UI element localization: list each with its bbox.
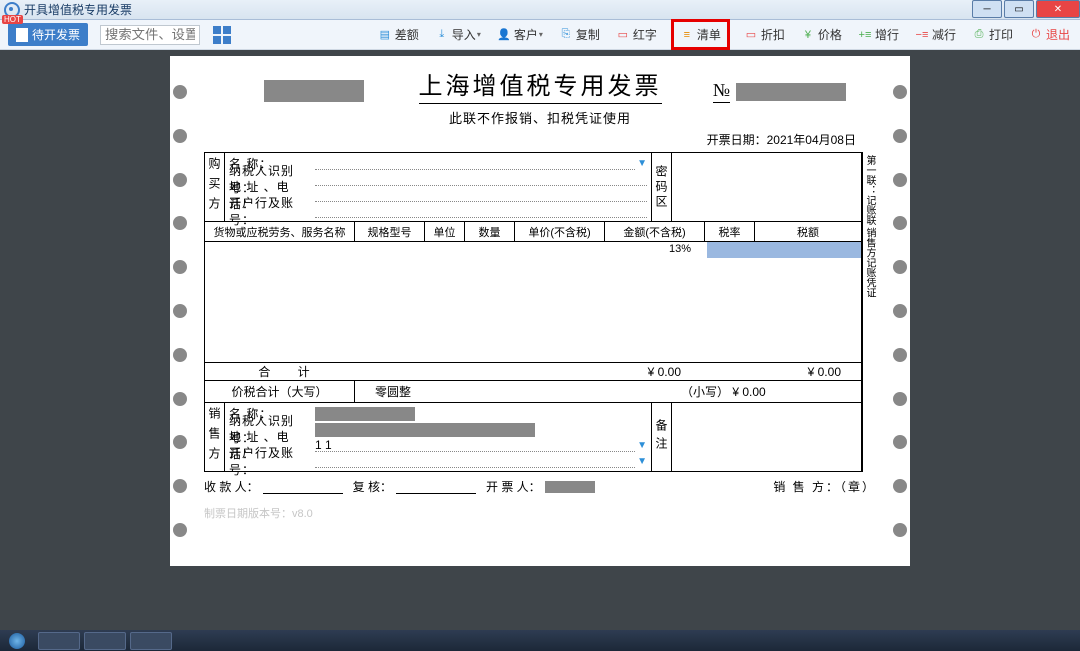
side-note: 第一联：记账联 销售方记账凭证: [862, 152, 876, 472]
start-button[interactable]: [0, 630, 34, 651]
task-item[interactable]: [130, 632, 172, 650]
totals-row: 合 计 ¥ 0.00 ¥ 0.00: [205, 363, 861, 381]
minimize-button[interactable]: ─: [972, 0, 1002, 18]
chevron-down-icon[interactable]: ▼: [637, 158, 647, 169]
remark-label: 备注: [651, 403, 671, 471]
items-body[interactable]: 13%: [205, 242, 861, 362]
tax-cell-selected[interactable]: [707, 242, 861, 258]
items-section: 货物或应税劳务、服务名称 规格型号 单位 数量 单价(不含税) 金额(不含税) …: [205, 222, 861, 363]
rate-cell[interactable]: 13%: [655, 243, 705, 255]
price-button[interactable]: ¥价格: [799, 23, 844, 46]
total-tax: ¥ 0.00: [711, 365, 861, 379]
toolbar: 待开发票 ▤差额 ⤓导入▾ 👤客户▾ ⎘复制 ▭红字 ≡清单 ▭折扣 ¥价格 +…: [0, 20, 1080, 50]
print-button[interactable]: ⎙打印: [970, 23, 1015, 46]
chevron-down-icon[interactable]: ▼: [637, 456, 647, 467]
invoice-header: 上海增值税专用发票 №: [204, 66, 876, 104]
seller-taxid-input[interactable]: [315, 422, 647, 436]
checker-input[interactable]: [396, 480, 476, 494]
items-header: 货物或应税劳务、服务名称 规格型号 单位 数量 单价(不含税) 金额(不含税) …: [205, 222, 861, 242]
capital-amount: 零圆整: [355, 383, 681, 400]
taskbar: [0, 630, 1080, 651]
buyer-bank-input[interactable]: [315, 204, 647, 218]
buyer-label: 购买方: [205, 153, 225, 221]
del-row-button[interactable]: −≡减行: [913, 23, 958, 46]
task-item[interactable]: [84, 632, 126, 650]
issue-date: 开票日期：2021年04月08日: [204, 131, 856, 148]
total-amount: ¥ 0.00: [375, 365, 711, 379]
buyer-taxid-input[interactable]: [315, 172, 647, 186]
customer-button[interactable]: 👤客户▾: [495, 23, 545, 46]
seller-section: 销售方 名 称： 纳税人识别号： 地 址 、电 话：1 1▼ 开户行及账号：▼ …: [205, 403, 861, 471]
workspace: 上海增值税专用发票 № 此联不作报销、扣税凭证使用 开票日期：2021年04月0…: [0, 50, 1080, 630]
chevron-down-icon[interactable]: ▼: [637, 440, 647, 451]
sub-note: 此联不作报销、扣税凭证使用: [204, 108, 876, 127]
window-titlebar: 开具增值税专用发票 ─ ▭ ✕: [0, 0, 1080, 20]
import-button[interactable]: ⤓导入▾: [433, 23, 483, 46]
grand-total-row: 价税合计（大写） 零圆整 （小写） ¥ 0.00: [205, 381, 861, 403]
password-area: [671, 153, 861, 221]
buyer-addr-input[interactable]: [315, 188, 647, 202]
buyer-name-input[interactable]: [315, 156, 635, 170]
red-button[interactable]: ▭红字: [614, 23, 659, 46]
seller-name-input[interactable]: [315, 406, 647, 420]
add-row-button[interactable]: +≡增行: [856, 23, 901, 46]
search-input[interactable]: [100, 25, 200, 45]
seller-stamp: 销 售 方：（章）: [773, 478, 876, 495]
redacted-code: [264, 80, 364, 102]
lowercase-amount: ¥ 0.00: [732, 385, 765, 399]
seller-addr-input[interactable]: 1 1: [315, 438, 635, 452]
task-item[interactable]: [38, 632, 80, 650]
difference-button[interactable]: ▤差额: [376, 23, 421, 46]
invoice-title: 上海增值税专用发票: [419, 66, 662, 104]
buyer-section: 购买方 名 称：▼ 纳税人识别号： 地 址 、电 话： 开户行及账号： 密码区: [205, 153, 861, 222]
seller-label: 销售方: [205, 403, 225, 471]
invoice-paper: 上海增值税专用发票 № 此联不作报销、扣税凭证使用 开票日期：2021年04月0…: [170, 56, 910, 566]
copy-button[interactable]: ⎘复制: [557, 23, 602, 46]
sprocket-right: [886, 56, 914, 566]
maximize-button[interactable]: ▭: [1004, 0, 1034, 18]
window-title: 开具增值税专用发票: [24, 1, 970, 18]
qingdan-highlight: ≡清单: [671, 19, 730, 50]
pending-invoice-button[interactable]: 待开发票: [8, 23, 88, 46]
list-button[interactable]: ≡清单: [678, 23, 723, 46]
seller-bank-input[interactable]: [315, 454, 635, 468]
invoice-form: 购买方 名 称：▼ 纳税人识别号： 地 址 、电 话： 开户行及账号： 密码区: [204, 152, 862, 472]
exit-button[interactable]: ⏻退出: [1027, 23, 1072, 46]
close-button[interactable]: ✕: [1036, 0, 1080, 18]
invoice-number: №: [713, 80, 846, 103]
payee-input[interactable]: [263, 480, 343, 494]
version-text: 制票日期版本号：v8.0: [204, 505, 876, 521]
sprocket-left: [166, 56, 194, 566]
discount-button[interactable]: ▭折扣: [742, 23, 787, 46]
password-label: 密码区: [651, 153, 671, 221]
document-icon: [16, 28, 28, 42]
remark-area[interactable]: [671, 403, 861, 471]
redacted-number: [736, 83, 846, 101]
footer-row: 收 款 人： 复 核： 开 票 人： 销 售 方：（章）: [204, 478, 876, 495]
qr-icon[interactable]: [212, 25, 232, 45]
redacted-drawer: [545, 481, 595, 493]
